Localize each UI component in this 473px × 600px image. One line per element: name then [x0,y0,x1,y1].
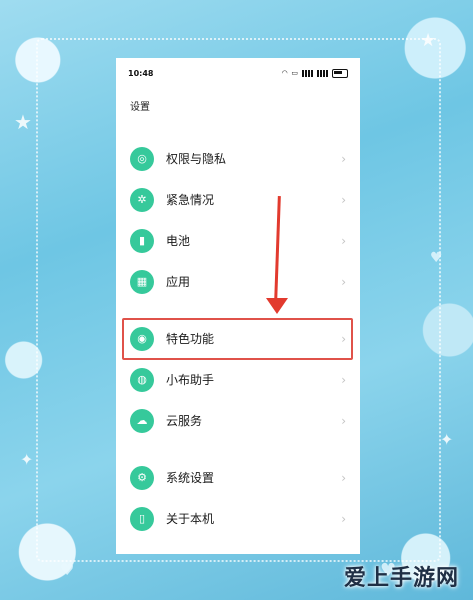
settings-item-privacy[interactable]: ◎ 权限与隐私 › [116,138,360,179]
arrow-down-icon [266,298,288,314]
settings-item-about[interactable]: ▯ 关于本机 › [116,498,360,539]
system-settings-icon: ⚙ [130,465,154,490]
page-title: 设置 [130,102,150,113]
settings-item-label: 紧急情况 [166,193,215,207]
star-decoration-icon: ✦ [440,430,454,449]
battery-icon [332,68,348,78]
signal-icon [317,69,328,77]
star-decoration-icon: ✦ [20,450,34,469]
settings-item-label: 电池 [166,234,191,248]
star-decoration-icon: ★ [420,30,437,51]
heart-decoration-icon: ♥ [430,250,443,266]
chevron-right-icon: › [341,151,346,166]
list-item-partial[interactable] [116,130,360,138]
chevron-right-icon: › [341,372,346,387]
settings-item-apps[interactable]: ▦ 应用 › [116,261,360,302]
battery-icon: ▮ [130,228,154,253]
heart-decoration-icon: ♥ [60,560,75,579]
section-divider [116,302,360,318]
cloud-icon: ☁ [130,408,154,433]
nfc-icon: ▭ [291,69,298,77]
privacy-icon: ◎ [130,146,154,171]
settings-item-label: 应用 [166,275,191,289]
emergency-icon: ✲ [130,187,154,212]
settings-item-label: 小布助手 [166,373,215,387]
star-decoration-icon: ★ [14,110,32,134]
signal-icon [302,69,313,77]
chevron-right-icon: › [341,274,346,289]
about-phone-icon: ▯ [130,506,154,531]
highlight-box [122,318,353,360]
chevron-right-icon: › [341,192,346,207]
chevron-right-icon: › [341,511,346,526]
section-divider [116,441,360,457]
settings-item-cloud[interactable]: ☁ 云服务 › [116,400,360,441]
phone-screen: 10:48 ◠ ▭ 设置 ◎ 权限与隐私 › ✲ 紧急情况 › ▮ 电池 › ▦ [116,58,360,554]
apps-icon: ▦ [130,269,154,294]
assistant-icon: ◍ [130,367,154,392]
settings-item-label: 权限与隐私 [166,152,227,166]
settings-item-emergency[interactable]: ✲ 紧急情况 › [116,179,360,220]
settings-item-system[interactable]: ⚙ 系统设置 › [116,457,360,498]
chevron-right-icon: › [341,413,346,428]
settings-item-label: 系统设置 [166,471,215,485]
status-time: 10:48 [128,68,154,78]
settings-item-assistant[interactable]: ◍ 小布助手 › [116,359,360,400]
status-bar: 10:48 ◠ ▭ [116,58,360,88]
wifi-icon: ◠ [281,69,288,77]
settings-item-label: 关于本机 [166,512,215,526]
settings-item-battery[interactable]: ▮ 电池 › [116,220,360,261]
settings-item-label: 云服务 [166,414,203,428]
watermark: 爱上手游网 [343,566,459,591]
chevron-right-icon: › [341,470,346,485]
chevron-right-icon: › [341,233,346,248]
